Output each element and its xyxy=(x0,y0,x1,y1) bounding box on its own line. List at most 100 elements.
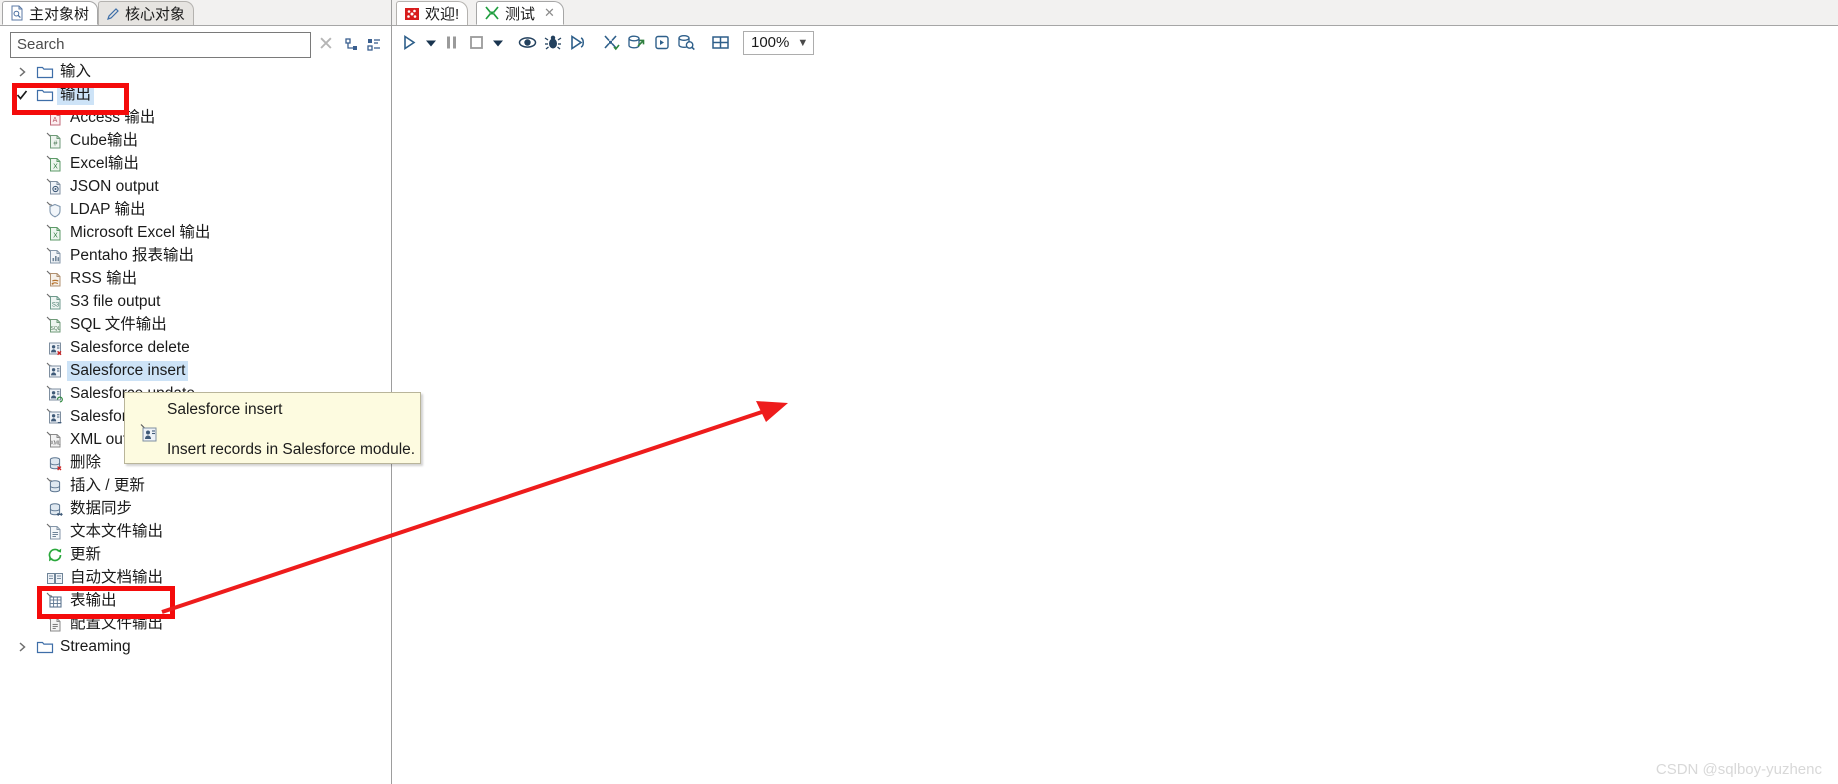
play-outline-icon[interactable] xyxy=(565,29,590,57)
tree-item-label: RSS 输出 xyxy=(70,269,138,287)
tree-item-label: LDAP 输出 xyxy=(70,200,146,218)
tree-item-label: Streaming xyxy=(60,637,131,655)
salesforce-upsert-icon xyxy=(46,408,64,426)
text-file-output-icon xyxy=(46,523,64,541)
update-icon xyxy=(46,546,64,564)
collapse-all-icon[interactable] xyxy=(341,34,363,56)
tree-item[interactable]: X Microsoft Excel 输出 xyxy=(0,221,391,244)
tab-core-objects-label: 核心对象 xyxy=(125,6,186,23)
chevron-right-icon[interactable] xyxy=(14,64,30,80)
bug-icon[interactable] xyxy=(540,29,565,57)
tree-item[interactable]: 输入 xyxy=(0,60,391,83)
tree-item[interactable]: SQL SQL 文件输出 xyxy=(0,313,391,336)
tooltip-title: Salesforce insert xyxy=(167,401,283,418)
salesforce-insert-icon xyxy=(138,423,160,445)
tree-item-label: S3 file output xyxy=(70,292,161,310)
search-input[interactable] xyxy=(10,31,311,58)
stop-button[interactable] xyxy=(464,29,489,57)
xml-output-icon: XML xyxy=(46,431,64,449)
s3-file-output-icon: S3 xyxy=(46,293,64,311)
folder-icon xyxy=(36,63,54,81)
tab-main-object-tree-label: 主对象树 xyxy=(29,5,90,23)
transformation-icon xyxy=(484,5,500,21)
tree-item-label: Cube输出 xyxy=(70,131,139,149)
tree-item[interactable]: JSON output xyxy=(0,175,391,198)
insert-update-icon xyxy=(46,477,64,495)
left-panel-tabbar: 主对象树 核心对象 xyxy=(0,0,391,26)
json-output-icon xyxy=(46,178,64,196)
tree-item[interactable]: X Excel输出 xyxy=(0,152,391,175)
tab-core-objects[interactable]: 核心对象 xyxy=(98,1,195,25)
run-options-dropdown[interactable] xyxy=(422,29,439,57)
salesforce-delete-icon xyxy=(46,339,64,357)
expand-all-icon[interactable] xyxy=(363,34,385,56)
step-tooltip: Salesforce insert Insert records in Sale… xyxy=(124,392,421,464)
stop-options-dropdown[interactable] xyxy=(489,29,506,57)
tree-item-label: Salesforce delete xyxy=(70,338,190,356)
tree-item[interactable]: Pentaho 报表输出 xyxy=(0,244,391,267)
grid-icon[interactable] xyxy=(708,29,733,57)
folder-icon xyxy=(36,638,54,656)
search-row: ✕ xyxy=(0,26,391,60)
tree-item-label: 更新 xyxy=(70,545,102,563)
tree-item[interactable]: LDAP 输出 xyxy=(0,198,391,221)
salesforce-update-icon xyxy=(46,385,64,403)
tree-item-label: Salesforce insert xyxy=(67,360,189,381)
transformation-canvas[interactable] xyxy=(392,58,1838,784)
data-sync-icon xyxy=(46,500,64,518)
close-icon[interactable]: ✕ xyxy=(544,5,555,21)
svg-text:#: # xyxy=(54,140,58,147)
tree-item[interactable]: 更新 xyxy=(0,543,391,566)
pencil-icon xyxy=(105,6,121,22)
tree-item[interactable]: Salesforce delete xyxy=(0,336,391,359)
red-box-annotation-table-output xyxy=(37,586,175,619)
tab-transformation-test[interactable]: 测试 ✕ xyxy=(476,1,564,25)
pentaho-report-output-icon xyxy=(46,247,64,265)
watermark: CSDN @sqlboy-yuzhenc xyxy=(1655,761,1822,778)
red-box-annotation-output xyxy=(12,83,129,115)
tab-welcome[interactable]: 欢迎! xyxy=(396,1,469,25)
editor-panel: 欢迎! 测试 ✕ 100% ▼ xyxy=(392,0,1838,784)
svg-text:X: X xyxy=(53,163,58,170)
clear-x-icon[interactable]: ✕ xyxy=(311,32,341,58)
run-button[interactable] xyxy=(397,29,422,57)
ldap-output-icon xyxy=(46,201,64,219)
tree-item[interactable]: 插入 / 更新 xyxy=(0,474,391,497)
svg-text:S3: S3 xyxy=(52,302,60,308)
tree-item[interactable]: Streaming xyxy=(0,635,391,658)
tree-item-label: Excel输出 xyxy=(70,154,139,172)
tree-item-label: 自动文档输出 xyxy=(70,568,164,586)
tree-item-label: 文本文件输出 xyxy=(70,522,164,540)
tree-item[interactable]: Salesforce insert xyxy=(0,359,391,382)
tree-item-label: 输入 xyxy=(60,62,92,80)
pause-button[interactable] xyxy=(439,29,464,57)
delete-icon xyxy=(46,454,64,472)
tree-item-label: 删除 xyxy=(70,453,102,471)
sql-scroll-icon[interactable] xyxy=(649,29,674,57)
toolbar-separator-3 xyxy=(699,29,708,57)
svg-text:A: A xyxy=(53,117,58,124)
rss-output-icon xyxy=(46,270,64,288)
tree-item[interactable]: RSS 输出 xyxy=(0,267,391,290)
cube-output-icon: # xyxy=(46,132,64,150)
tree-item[interactable]: # Cube输出 xyxy=(0,129,391,152)
sql-file-output-icon: SQL xyxy=(46,316,64,334)
tree-item[interactable]: 数据同步 xyxy=(0,497,391,520)
tree-item-label: Microsoft Excel 输出 xyxy=(70,223,211,241)
tree-item[interactable]: 文本文件输出 xyxy=(0,520,391,543)
document-tree-icon xyxy=(9,5,25,21)
tree-item[interactable]: S3 S3 file output xyxy=(0,290,391,313)
zoom-level-value: 100% xyxy=(751,34,790,51)
eye-icon[interactable] xyxy=(515,29,540,57)
zoom-level-dropdown[interactable]: 100% ▼ xyxy=(743,30,815,55)
db-search-icon[interactable] xyxy=(674,29,699,57)
ms-excel-output-icon: X xyxy=(46,224,64,242)
verify-transformation-icon[interactable] xyxy=(599,29,624,57)
impact-icon[interactable] xyxy=(624,29,649,57)
tab-main-object-tree[interactable]: 主对象树 xyxy=(2,1,99,25)
chevron-right-icon[interactable] xyxy=(14,639,30,655)
toolbar-separator xyxy=(506,29,515,57)
tooltip-description: Insert records in Salesforce module. xyxy=(167,441,416,458)
tree-item-label: Pentaho 报表输出 xyxy=(70,246,195,264)
tree-item-label: 数据同步 xyxy=(70,499,133,517)
